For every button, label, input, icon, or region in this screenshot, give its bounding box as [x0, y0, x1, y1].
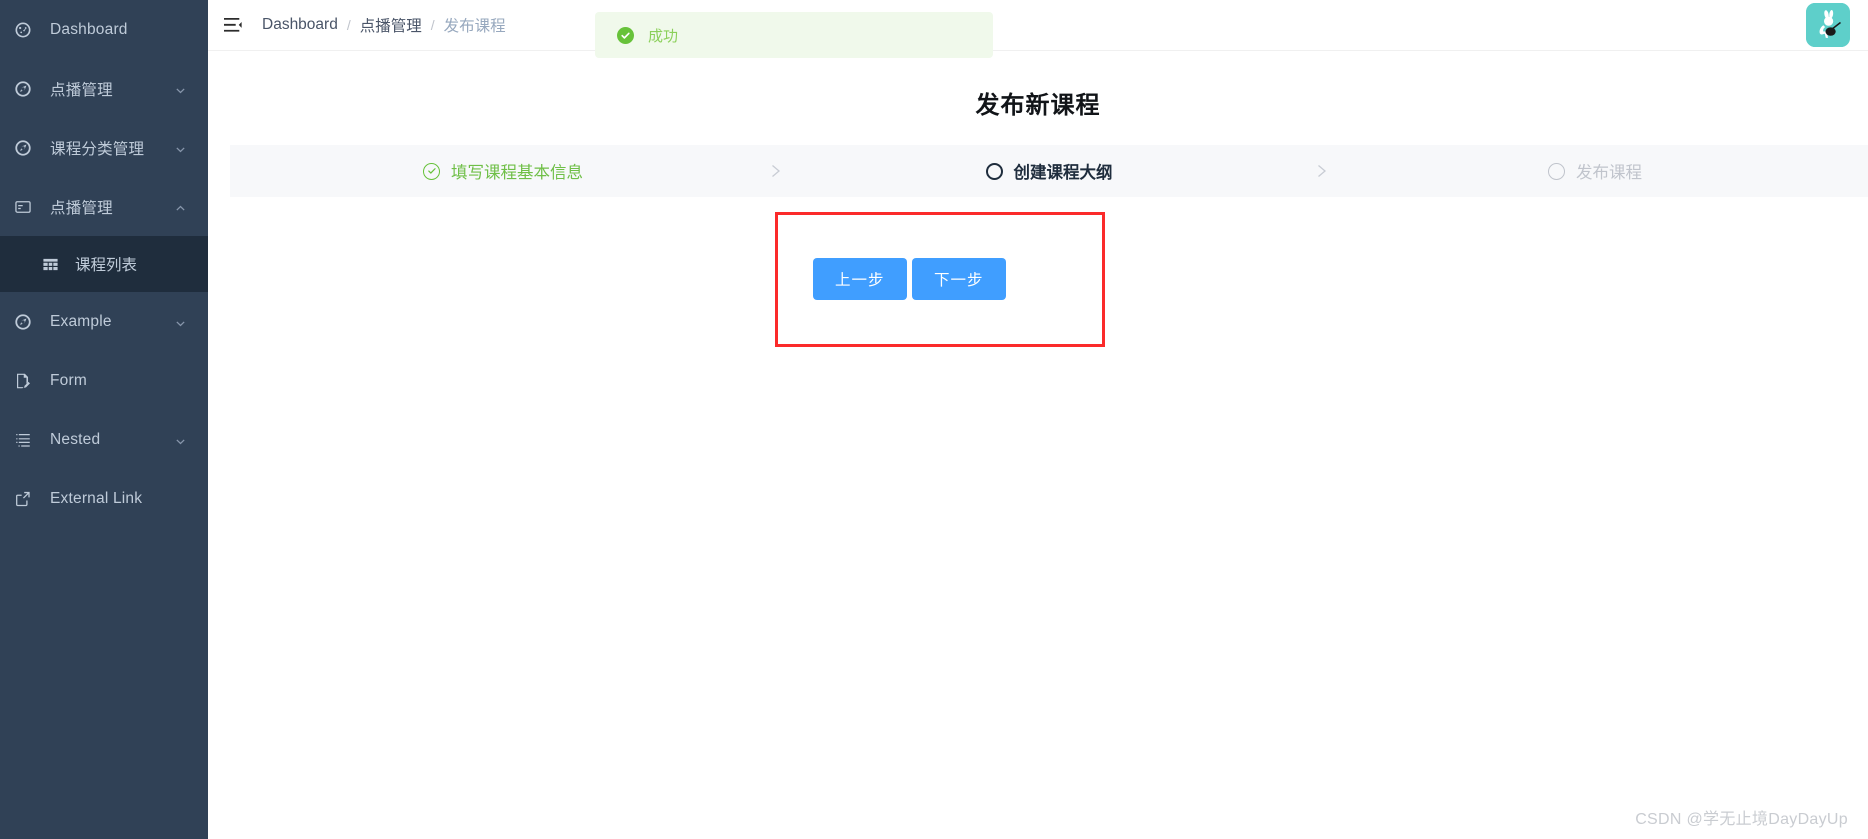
watermark: CSDN @学无止境DayDayUp	[1635, 811, 1848, 828]
breadcrumb-item-publish-course: 发布课程	[443, 18, 506, 35]
sidebar-item-example[interactable]: Example	[0, 292, 208, 351]
compass-icon	[14, 312, 40, 332]
sidebar-item-label: 课程列表	[75, 257, 138, 274]
external-link-icon	[14, 489, 40, 509]
table-icon	[42, 256, 66, 273]
hamburger-collapse-icon[interactable]	[222, 14, 244, 36]
chevron-down-icon	[175, 142, 186, 153]
alert-message: 成功	[648, 27, 679, 45]
step-label: 创建课程大纲	[1013, 164, 1113, 182]
card-icon	[14, 197, 40, 217]
next-step-button[interactable]: 下一步	[912, 258, 1006, 300]
chevron-down-icon	[175, 316, 186, 327]
breadcrumb-separator: /	[346, 17, 351, 33]
chevron-up-icon	[175, 201, 186, 212]
check-circle-icon	[423, 162, 440, 180]
step-fill-basic-info[interactable]: 填写课程基本信息	[230, 145, 781, 197]
sidebar-item-nested[interactable]: Nested	[0, 410, 208, 469]
success-alert: 成功	[595, 12, 993, 58]
highlighted-button-panel: 上一步 下一步	[775, 212, 1105, 347]
sidebar-item-label: 点播管理	[50, 199, 113, 217]
sidebar-item-external-link[interactable]: External Link	[0, 469, 208, 528]
previous-step-button[interactable]: 上一步	[813, 258, 907, 300]
success-check-icon	[617, 26, 634, 44]
circle-icon	[1548, 162, 1565, 180]
dashboard-icon	[14, 20, 40, 40]
nested-list-icon	[14, 430, 40, 450]
breadcrumb: Dashboard / 点播管理 / 发布课程	[262, 14, 506, 36]
sidebar-item-form[interactable]: Form	[0, 351, 208, 410]
page-title: 发布新课程	[975, 92, 1101, 119]
step-label: 发布课程	[1576, 164, 1642, 182]
sidebar-item-label: Nested	[50, 430, 101, 448]
sidebar-item-label: 课程分类管理	[50, 140, 145, 158]
sidebar-item-label: 点播管理	[50, 81, 113, 99]
sidebar-item-vod-management-2[interactable]: 点播管理	[0, 177, 208, 236]
compass-icon	[14, 79, 40, 99]
form-icon	[14, 371, 40, 391]
step-create-outline[interactable]: 创建课程大纲	[776, 145, 1327, 197]
breadcrumb-separator: /	[430, 17, 435, 33]
sidebar-item-dashboard[interactable]: Dashboard	[0, 0, 208, 59]
breadcrumb-item-vod-management[interactable]: 点播管理	[360, 14, 422, 36]
chevron-down-icon	[175, 434, 186, 445]
step-label: 填写课程基本信息	[451, 164, 583, 182]
chevron-down-icon	[175, 83, 186, 94]
sidebar-item-course-list[interactable]: 课程列表	[0, 236, 208, 292]
step-publish-course[interactable]: 发布课程	[1322, 145, 1868, 197]
steps-bar: 填写课程基本信息 创建课程大纲 发布课程	[230, 145, 1868, 197]
breadcrumb-item-dashboard[interactable]: Dashboard	[262, 16, 338, 34]
circle-icon	[985, 162, 1003, 180]
top-navbar: Dashboard / 点播管理 / 发布课程	[208, 0, 1868, 51]
sidebar-item-label: External Link	[50, 489, 143, 507]
sidebar-item-course-category-management[interactable]: 课程分类管理	[0, 118, 208, 177]
sidebar: Dashboard 点播管理 课程分类管理 点播管理 课程列表 Example …	[0, 0, 208, 839]
sidebar-item-vod-management-1[interactable]: 点播管理	[0, 59, 208, 118]
compass-icon	[14, 138, 40, 158]
main-content-area: Dashboard / 点播管理 / 发布课程 成功 发布新课程 填写课程基本信…	[208, 0, 1868, 839]
sidebar-item-label: Example	[50, 312, 112, 330]
sidebar-item-label: Dashboard	[50, 20, 128, 38]
avatar[interactable]	[1806, 3, 1850, 47]
sidebar-item-label: Form	[50, 371, 87, 389]
